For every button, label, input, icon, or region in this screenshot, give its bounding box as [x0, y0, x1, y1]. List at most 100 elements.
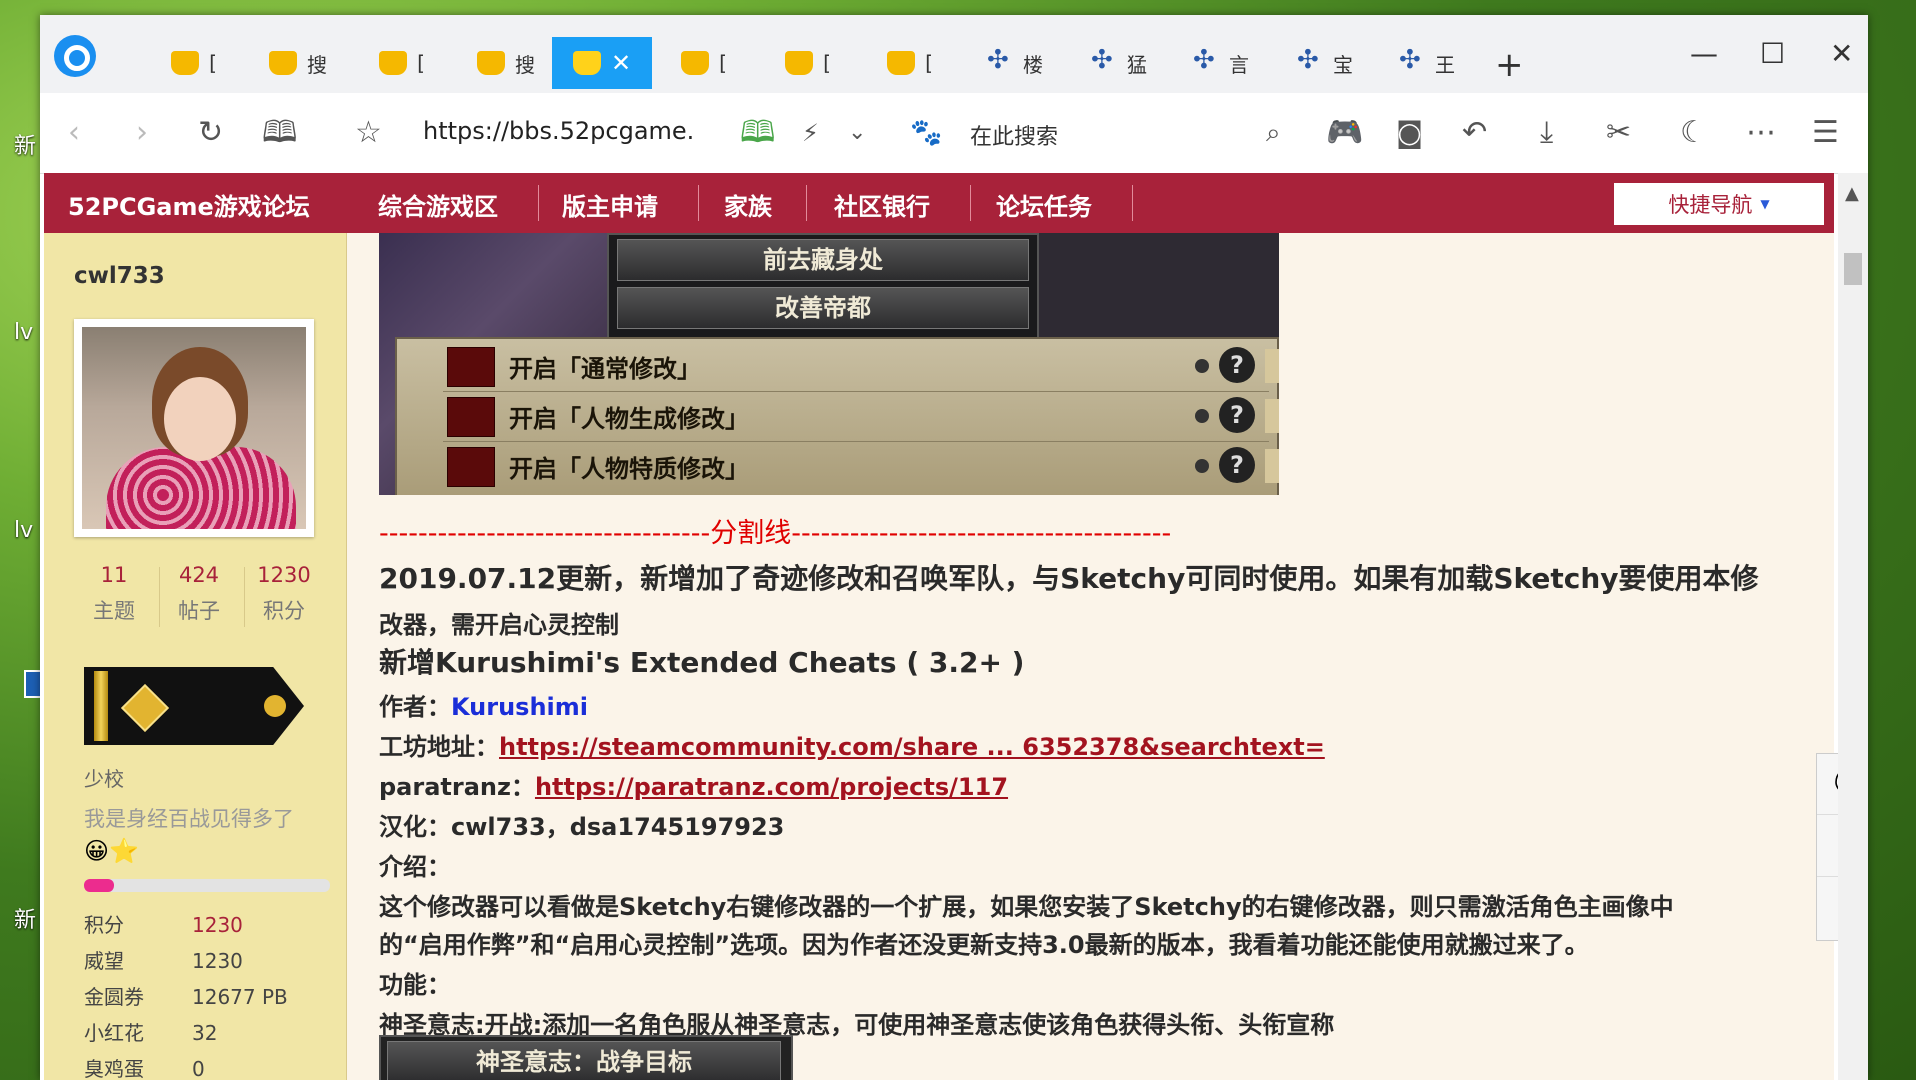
forum-tab-icon: [477, 51, 505, 75]
stat-threads[interactable]: 11 主题: [74, 563, 154, 625]
stat-points[interactable]: 1230 积分: [244, 563, 324, 625]
forum-tab-icon: [785, 51, 814, 75]
download-icon[interactable]: ⤓: [1540, 113, 1553, 153]
detail-row: 金圆券 12677 PB: [84, 985, 288, 1009]
night-mode-icon[interactable]: ☾: [1680, 113, 1707, 153]
close-window-button[interactable]: ✕: [1830, 37, 1853, 70]
workshop-line: 工坊地址：https://steamcommunity.com/share ..…: [379, 733, 1325, 761]
author-link[interactable]: Kurushimi: [451, 693, 588, 721]
game-menu-panel: 前去藏身处 改善帝都: [607, 233, 1039, 341]
more-icon[interactable]: ⋯: [1746, 113, 1776, 153]
search-input[interactable]: 在此搜索: [970, 119, 1058, 151]
desktop-icon-label[interactable]: 新: [14, 902, 36, 934]
reader-icon[interactable]: 🕮: [262, 113, 297, 153]
reader-mode-icon[interactable]: 🕮: [740, 113, 775, 153]
browser-tab[interactable]: [: [860, 37, 960, 89]
game-option-row: 开启「通常修改」?: [443, 341, 1279, 392]
post-heading: 新增Kurushimi's Extended Cheats ( 3.2+ ): [379, 646, 1025, 679]
new-tab-button[interactable]: +: [1495, 45, 1524, 85]
close-tab-icon[interactable]: ✕: [611, 49, 631, 77]
browser-tab[interactable]: [: [758, 37, 858, 89]
search-engine-icon[interactable]: 🐾: [910, 113, 942, 153]
stat-posts[interactable]: 424 帖子: [159, 563, 239, 625]
rank-badge-icon: [84, 667, 304, 745]
rank-title: 少校: [84, 767, 124, 791]
browser-logo-icon[interactable]: [54, 35, 96, 77]
browser-window: [ 搜 [ 搜 ✕ [ [ [ 楼 猛 言 宝 王 + — ☐ ✕ ‹ › ↻ …: [40, 15, 1868, 1080]
user-profile-sidebar: cwl733 11 主题 424 帖子 1230 积分 少校 我是身经百战见得多了: [44, 233, 347, 1080]
desktop-icon-label[interactable]: 新: [14, 128, 36, 160]
browser-tab[interactable]: 猛: [1068, 37, 1168, 89]
update-note-cont: 改器，需开启心灵控制: [379, 611, 619, 639]
browser-tab-active[interactable]: ✕: [552, 37, 652, 89]
paratranz-line: paratranz：https://paratranz.com/projects…: [379, 773, 1009, 801]
grid-tab-icon: [1191, 45, 1219, 75]
undo-icon[interactable]: ↶: [1462, 113, 1487, 153]
forum-tab-icon: [681, 51, 710, 75]
desktop-icon-label[interactable]: lv: [14, 518, 33, 543]
browser-tab[interactable]: 宝: [1274, 37, 1374, 89]
forum-tab-icon: [171, 51, 200, 75]
username[interactable]: cwl733: [74, 263, 165, 289]
detail-row: 臭鸡蛋 0: [84, 1057, 205, 1080]
paratranz-link[interactable]: https://paratranz.com/projects/117: [535, 773, 1008, 801]
level-progress-fill: [84, 879, 114, 892]
detail-row: 威望 1230: [84, 949, 243, 973]
forum-page: 52PCGame游戏论坛 综合游戏区 版主申请 家族 社区银行 论坛任务 快捷导…: [44, 173, 1834, 1080]
game-controller-icon[interactable]: 🎮: [1326, 113, 1363, 153]
forum-tab-icon: [572, 51, 601, 75]
update-note: 2019.07.12更新，新增加了奇迹修改和召唤军队，与Sketchy可同时使用…: [379, 562, 1759, 595]
browser-tab[interactable]: 言: [1170, 37, 1270, 89]
browser-tab[interactable]: 王: [1376, 37, 1476, 89]
favorite-star-icon[interactable]: ☆: [355, 113, 382, 153]
game-screenshot[interactable]: 前去藏身处 改善帝都 开启「通常修改」? 开启「人物生成修改」? 开启「人物特质…: [379, 233, 1279, 495]
maximize-button[interactable]: ☐: [1760, 37, 1785, 70]
scissors-icon[interactable]: ✂: [1606, 113, 1631, 153]
browser-tab[interactable]: 搜: [456, 37, 556, 89]
forward-icon[interactable]: ›: [136, 113, 148, 153]
level-progress: [84, 879, 330, 892]
medal-icons: 😀⭐: [84, 837, 139, 865]
author-line: 作者：Kurushimi: [379, 693, 589, 721]
forum-brand[interactable]: 52PCGame游戏论坛: [68, 187, 310, 222]
browser-tab[interactable]: [: [352, 37, 452, 89]
scroll-up-icon[interactable]: ▲: [1845, 183, 1859, 204]
desktop-icon-label[interactable]: lv: [14, 320, 33, 345]
address-toolbar: ‹ › ↻ 🕮 ☆ https://bbs.52pcgame. 🕮 ⚡ ⌄ 🐾 …: [40, 93, 1868, 174]
lightning-icon[interactable]: ⚡: [802, 113, 819, 153]
forum-tab-icon: [887, 51, 916, 75]
forum-tab-icon: [269, 51, 297, 75]
user-stats: 11 主题 424 帖子 1230 积分: [74, 563, 324, 633]
game-screenshot[interactable]: 神圣意志：战争目标: [379, 1035, 793, 1080]
mask-icon[interactable]: ◙: [1396, 113, 1423, 153]
detail-row: 积分 1230: [84, 913, 243, 937]
game-menu-button: 改善帝都: [617, 287, 1029, 329]
scrollbar-thumb[interactable]: [1844, 253, 1862, 285]
menu-icon[interactable]: ☰: [1812, 113, 1839, 153]
chevron-down-icon[interactable]: ⌄: [848, 113, 866, 153]
game-option-row: 开启「人物生成修改」?: [443, 391, 1279, 442]
detail-row: 小红花 32: [84, 1021, 218, 1045]
back-icon[interactable]: ‹: [68, 113, 80, 153]
reload-icon[interactable]: ↻: [198, 113, 223, 153]
browser-tab[interactable]: 搜: [248, 37, 348, 89]
game-menu-button: 神圣意志：战争目标: [387, 1041, 781, 1080]
tab-bar: [ 搜 [ 搜 ✕ [ [ [ 楼 猛 言 宝 王 + — ☐ ✕: [40, 15, 1868, 93]
section-divider: ----------------------------------分割线---…: [379, 518, 1172, 549]
workshop-link[interactable]: https://steamcommunity.com/share ... 635…: [499, 733, 1325, 761]
browser-tab[interactable]: 楼: [964, 37, 1064, 89]
game-option-list: 开启「通常修改」? 开启「人物生成修改」? 开启「人物特质修改」?: [395, 337, 1279, 495]
intro-text: 这个修改器可以看做是Sketchy右键修改器的一个扩展，如果您安装了Sketch…: [379, 893, 1674, 921]
intro-text-cont: 的“启用作弊”和“启用心灵控制”选项。因为作者还没更新支持3.0最新的版本，我看…: [379, 931, 1589, 959]
page-scrollbar[interactable]: ▲: [1838, 173, 1868, 1080]
url-input[interactable]: https://bbs.52pcgame.: [423, 117, 694, 145]
minimize-button[interactable]: —: [1690, 37, 1718, 70]
browser-tab[interactable]: [: [144, 37, 244, 89]
search-icon[interactable]: ⌕: [1266, 113, 1281, 153]
grid-tab-icon: [1089, 45, 1117, 75]
translators-line: 汉化：cwl733，dsa1745197923: [379, 813, 785, 841]
avatar[interactable]: [74, 319, 314, 537]
browser-tab[interactable]: [: [654, 37, 754, 89]
intro-label: 介绍：: [379, 853, 451, 881]
grid-tab-icon: [1397, 45, 1425, 75]
